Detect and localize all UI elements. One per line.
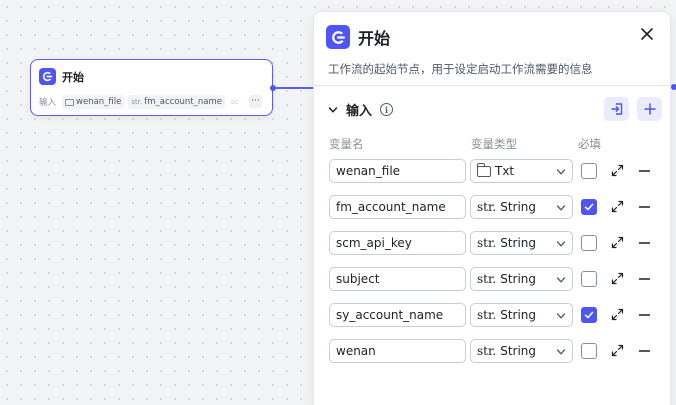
info-icon[interactable]: i	[380, 103, 394, 116]
remove-variable-button[interactable]	[639, 350, 650, 352]
string-type-icon: str.	[477, 236, 497, 250]
required-checkbox[interactable]	[581, 271, 597, 287]
string-type-icon: str.	[477, 344, 497, 358]
close-icon[interactable]	[640, 27, 654, 41]
variable-type-select[interactable]: str. String	[470, 195, 573, 219]
required-checkbox[interactable]	[581, 343, 597, 359]
required-checkbox[interactable]	[581, 235, 597, 251]
chevron-down-icon	[556, 169, 566, 175]
remove-variable-button[interactable]	[639, 314, 650, 316]
variable-row: str. String	[329, 267, 665, 291]
more-inputs-button[interactable]: ···	[249, 95, 262, 108]
variable-name-input[interactable]	[329, 195, 466, 219]
plus-icon	[643, 103, 656, 115]
input-chip: wenan_file	[62, 95, 125, 109]
variable-type-select[interactable]: Txt	[470, 159, 573, 183]
panel-header: 开始	[326, 25, 390, 49]
expand-icon[interactable]	[611, 344, 624, 357]
expand-icon[interactable]	[611, 200, 624, 213]
variable-type-select[interactable]: str. String	[470, 231, 573, 255]
string-type-icon: str.	[477, 200, 497, 214]
input-section-header[interactable]: 输入 i	[328, 100, 394, 119]
remove-variable-button[interactable]	[639, 170, 650, 172]
variable-name-input[interactable]	[329, 339, 466, 363]
type-label: String	[500, 344, 537, 358]
variable-row: Txt	[329, 159, 665, 183]
chevron-down-icon	[556, 277, 566, 283]
column-header-type: 变量类型	[471, 137, 517, 151]
chevron-down-icon[interactable]	[328, 105, 338, 115]
panel-description[interactable]: 工作流的起始节点，用于设定启动工作流需要的信息	[328, 61, 593, 77]
expand-icon[interactable]	[611, 164, 624, 177]
variable-type-select[interactable]: str. String	[470, 339, 573, 363]
variable-name-input[interactable]	[329, 303, 466, 327]
expand-icon[interactable]	[611, 272, 624, 285]
variable-row: str. String	[329, 231, 665, 255]
expand-icon[interactable]	[611, 308, 624, 321]
chevron-down-icon	[556, 349, 566, 355]
node-settings-panel: 开始 工作流的起始节点，用于设定启动工作流需要的信息 输入 i 变量名 变量类型…	[313, 11, 671, 405]
divider	[314, 85, 670, 86]
start-node-card[interactable]: 开始 输入 wenan_file str. fm_account_name sc…	[30, 59, 273, 116]
variable-row: str. String	[329, 339, 665, 363]
start-node-icon	[326, 25, 350, 49]
variable-type-select[interactable]: str. String	[470, 267, 573, 291]
panel-title[interactable]: 开始	[358, 25, 390, 49]
node-title: 开始	[62, 70, 84, 84]
type-label: String	[500, 308, 537, 322]
expand-icon[interactable]	[611, 236, 624, 249]
remove-variable-button[interactable]	[639, 206, 650, 208]
variable-name-input[interactable]	[329, 267, 466, 291]
variable-row: str. String	[329, 303, 665, 327]
node-inputs-label: 输入	[39, 98, 57, 108]
required-checkbox[interactable]	[581, 163, 597, 179]
variable-name-input[interactable]	[329, 159, 466, 183]
chevron-down-icon	[556, 205, 566, 211]
node-inputs: 输入 wenan_file str. fm_account_name sc	[39, 95, 239, 109]
type-label: Txt	[495, 164, 515, 178]
truncated-chip: sc	[231, 98, 239, 106]
start-node-icon	[39, 68, 56, 85]
column-header-required: 必填	[578, 137, 601, 151]
string-type-icon: str.	[477, 272, 497, 286]
variable-row: str. String	[329, 195, 665, 219]
variable-type-select[interactable]: str. String	[470, 303, 573, 327]
input-chip: str. fm_account_name	[128, 95, 225, 109]
chip-name: wenan_file	[76, 97, 122, 107]
section-title: 输入	[346, 104, 373, 119]
add-variable-button[interactable]	[637, 97, 662, 121]
remove-variable-button[interactable]	[639, 242, 650, 244]
import-variables-button[interactable]	[604, 97, 629, 121]
next-node-port[interactable]	[671, 84, 676, 90]
chevron-down-icon	[556, 313, 566, 319]
string-type-icon: str.	[477, 308, 497, 322]
import-icon	[610, 103, 622, 115]
check-icon	[584, 203, 594, 211]
variable-name-input[interactable]	[329, 231, 466, 255]
folder-icon	[65, 98, 75, 106]
connection-edge	[276, 87, 314, 89]
required-checkbox[interactable]	[581, 307, 597, 323]
chevron-down-icon	[556, 241, 566, 247]
string-type-icon: str.	[131, 98, 143, 106]
type-label: String	[500, 272, 537, 286]
remove-variable-button[interactable]	[639, 278, 650, 280]
chip-name: fm_account_name	[144, 97, 222, 107]
required-checkbox[interactable]	[581, 199, 597, 215]
type-label: String	[500, 236, 537, 250]
column-header-name: 变量名	[329, 137, 364, 151]
folder-icon	[477, 162, 491, 177]
type-label: String	[500, 200, 537, 214]
check-icon	[584, 311, 594, 319]
node-header: 开始	[39, 68, 84, 85]
